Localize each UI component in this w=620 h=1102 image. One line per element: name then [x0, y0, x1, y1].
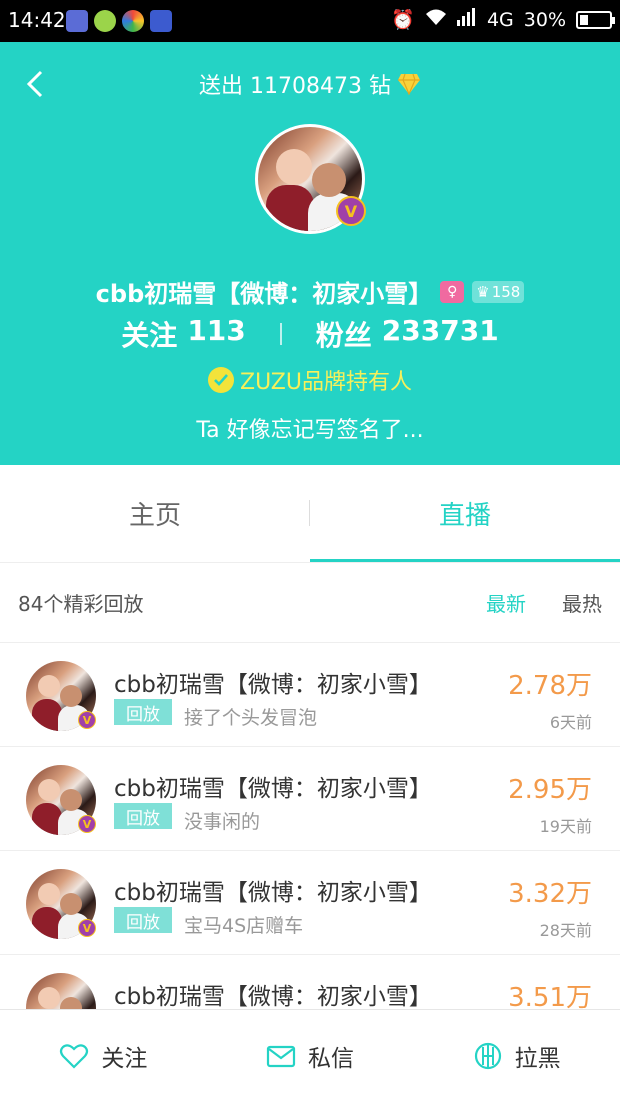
name-row: cbb初瑞雪【微博：初家小雪】 ♀ ♛ 158 — [0, 274, 620, 309]
vip-badge-icon: V — [78, 711, 96, 729]
list-item[interactable]: cbb初瑞雪【微博：初家小雪】 3.51万 — [0, 955, 620, 1009]
app-plus-icon — [94, 10, 116, 32]
vip-badge-icon: V — [78, 815, 96, 833]
vip-badge-icon: V — [78, 919, 96, 937]
sort-hot-button[interactable]: 最热 — [562, 588, 602, 617]
item-title: cbb初瑞雪【微博：初家小雪】 — [114, 880, 432, 906]
replay-list: V cbb初瑞雪【微博：初家小雪】 回放 接了个头发冒泡 2.78万 6天前 V… — [0, 643, 620, 1009]
vip-badge-icon: V — [336, 196, 366, 226]
network-type: 4G — [486, 8, 514, 31]
verified-text: ZUZU品牌持有人 — [240, 370, 412, 395]
time-ago: 19天前 — [539, 817, 592, 836]
follow-stat[interactable]: 关注 113 — [121, 314, 245, 354]
follow-button-label: 关注 — [101, 1046, 148, 1072]
item-title: cbb初瑞雪【微博：初家小雪】 — [114, 776, 432, 802]
notification-icons — [66, 10, 172, 32]
user-name: cbb初瑞雪【微博：初家小雪】 — [95, 280, 433, 308]
follow-count: 113 — [187, 314, 246, 347]
block-button-label: 拉黑 — [514, 1046, 561, 1072]
message-button[interactable]: 私信 — [207, 1010, 414, 1102]
fans-stat[interactable]: 粉丝 233731 — [316, 314, 499, 354]
block-icon — [474, 1042, 501, 1070]
verification: ZUZU品牌持有人 — [0, 364, 620, 396]
view-count: 2.95万 — [508, 775, 592, 805]
heart-icon — [60, 1044, 89, 1069]
replay-tag: 回放 — [114, 907, 172, 933]
list-item[interactable]: V cbb初瑞雪【微博：初家小雪】 回放 宝马4S店赠车 3.32万 28天前 — [0, 851, 620, 955]
time-ago: 6天前 — [549, 713, 592, 732]
tab-bar: 主页 直播 — [0, 465, 620, 563]
tab-live[interactable]: 直播 — [310, 465, 620, 562]
download-icon — [150, 10, 172, 32]
list-item[interactable]: V cbb初瑞雪【微博：初家小雪】 回放 接了个头发冒泡 2.78万 6天前 — [0, 643, 620, 747]
wechat-icon — [66, 10, 88, 32]
replay-list-header: 84个精彩回放 最新 最热 — [0, 563, 620, 643]
status-time: 14:42 — [8, 8, 66, 32]
fans-count: 233731 — [381, 314, 499, 347]
time-ago: 28天前 — [539, 921, 592, 940]
level-badge: ♛ 158 — [472, 280, 525, 303]
level-value: 158 — [491, 282, 521, 301]
item-description: 宝马4S店赠车 — [184, 915, 304, 937]
view-count: 2.78万 — [508, 671, 592, 701]
tab-divider — [309, 500, 310, 526]
follow-label: 关注 — [121, 319, 178, 352]
signature: Ta 好像忘记写签名了... — [196, 418, 424, 443]
item-title: cbb初瑞雪【微博：初家小雪】 — [114, 984, 432, 1009]
battery-percent: 30% — [523, 8, 566, 31]
stats-row: 关注 113 粉丝 233731 — [0, 314, 620, 354]
replay-count: 84个精彩回放 — [18, 592, 144, 616]
crown-icon: ♛ — [476, 282, 490, 301]
replay-tag: 回放 — [114, 803, 172, 829]
mail-icon — [266, 1045, 296, 1068]
item-description: 接了个头发冒泡 — [184, 707, 318, 729]
status-bar: 14:42 ⏰ 4G 30% — [0, 0, 620, 42]
profile-header: 送出 11708473 钻 V cbb初瑞雪【微博：初家小雪】 ♀ ♛ 158 … — [0, 42, 620, 465]
wifi-icon — [425, 8, 447, 31]
block-button[interactable]: 拉黑 — [413, 1010, 620, 1102]
view-count: 3.32万 — [508, 879, 592, 909]
fans-label: 粉丝 — [315, 319, 372, 352]
sent-diamonds-text: 送出 11708473 钻 — [199, 74, 391, 99]
message-button-label: 私信 — [308, 1046, 354, 1072]
female-icon: ♀ — [440, 280, 465, 303]
status-right: ⏰ 4G 30% — [391, 8, 615, 31]
list-item[interactable]: V cbb初瑞雪【微博：初家小雪】 回放 没事闲的 2.95万 19天前 — [0, 747, 620, 851]
stat-divider — [279, 323, 282, 345]
bottom-action-bar: 关注 私信 拉黑 — [0, 1009, 620, 1102]
sort-latest-button[interactable]: 最新 — [486, 588, 526, 617]
browser-icon — [122, 10, 144, 32]
avatar — [26, 973, 96, 1009]
tab-home[interactable]: 主页 — [0, 465, 310, 562]
item-title: cbb初瑞雪【微博：初家小雪】 — [114, 672, 432, 698]
sent-diamonds: 送出 11708473 钻 — [0, 68, 620, 100]
follow-button[interactable]: 关注 — [0, 1010, 207, 1102]
signal-icon — [456, 8, 477, 31]
view-count: 3.51万 — [508, 983, 592, 1009]
alarm-icon: ⏰ — [391, 9, 415, 31]
verified-check-icon — [208, 367, 235, 393]
item-description: 没事闲的 — [184, 811, 261, 833]
diamond-icon — [397, 73, 420, 95]
replay-tag: 回放 — [114, 699, 172, 725]
battery-icon — [576, 10, 615, 29]
